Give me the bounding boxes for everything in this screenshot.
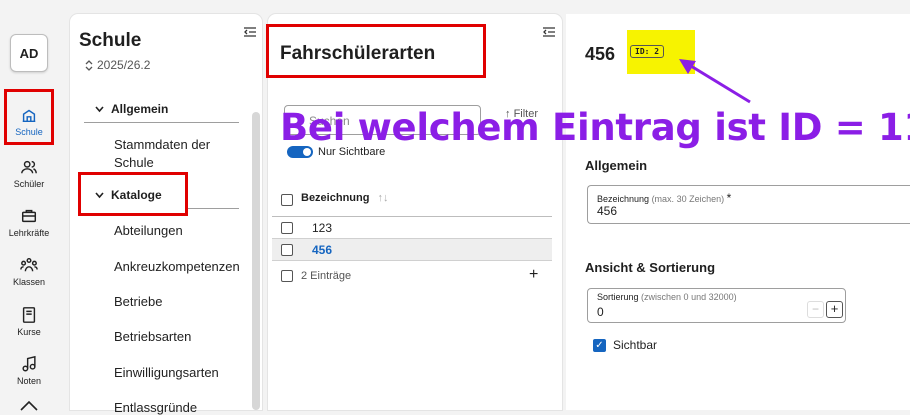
rail-item-schueler[interactable]: Schüler (4, 150, 54, 196)
rail-label: Kurse (17, 326, 41, 337)
navigation-rail: AD Schule Schüler Lehrkräfte Klassen Kur… (0, 0, 60, 411)
rail-item-kurse[interactable]: Kurse (4, 298, 54, 344)
row-label: 456 (312, 242, 333, 257)
increment-button[interactable]: + (826, 301, 843, 318)
rail-item-klassen[interactable]: Klassen (4, 248, 54, 294)
section-allgemein[interactable]: Allgemein (95, 102, 168, 116)
nav-item-abteilungen[interactable]: Abteilungen (114, 223, 183, 238)
nav-item-betriebsarten[interactable]: Betriebsarten (114, 329, 191, 344)
annotation-question: Bei welchem Eintrag ist ID = 11? (280, 106, 910, 149)
label-text: Bezeichnung (597, 194, 650, 204)
school-year: 2025/26.2 (97, 58, 151, 72)
field-label: Sortierung (zwischen 0 und 32000) (597, 292, 737, 302)
nav-item-entlassgruende[interactable]: Entlassgründe (114, 400, 197, 415)
nav-item-betriebe[interactable]: Betriebe (114, 294, 162, 309)
id-badge: ID: 2 (630, 45, 665, 58)
entry-count: 2 Einträge (301, 270, 352, 282)
avatar[interactable]: AD (10, 34, 48, 72)
checkmark-icon[interactable]: ✓ (593, 338, 606, 352)
nav-title: Schule (79, 30, 142, 51)
rail-item-noten[interactable]: Noten (4, 347, 54, 393)
row-label: 123 (312, 220, 333, 235)
select-all-checkbox[interactable] (281, 194, 293, 206)
section-general-heading: Allgemein (585, 158, 648, 173)
nav-item-ankreuzkompetenzen[interactable]: Ankreuzkompetenzen (114, 259, 240, 274)
sichtbar-checkbox[interactable]: ✓ Sichtbar (593, 338, 657, 352)
school-year-selector[interactable]: 2025/26.2 (85, 58, 150, 72)
classes-icon (20, 257, 38, 271)
divider (84, 122, 239, 123)
table-row-selected[interactable]: 456 (272, 238, 552, 261)
nav-scrollbar[interactable] (252, 112, 260, 410)
field-value: 456 (597, 204, 618, 218)
teachers-icon (21, 209, 37, 222)
chevron-down-icon (95, 105, 104, 112)
label-hint: (zwischen 0 und 32000) (641, 292, 737, 302)
rail-label: Noten (16, 375, 42, 386)
label-text: Sortierung (597, 292, 639, 302)
grades-icon (22, 355, 36, 371)
column-header-label: Bezeichnung (301, 192, 370, 204)
table-row[interactable]: 123 (272, 217, 552, 238)
column-header-bezeichnung[interactable]: Bezeichnung ↑↓ (301, 192, 388, 204)
row-checkbox[interactable] (281, 221, 293, 234)
collapse-icon[interactable] (542, 26, 556, 38)
highlight-frame (78, 172, 188, 216)
collapse-icon[interactable] (243, 26, 257, 38)
chevron-up-down-icon (85, 59, 93, 71)
detail-title: 456 (585, 44, 616, 64)
label-hint: (max. 30 Zeichen) (651, 194, 725, 204)
checkbox-label: Sichtbar (613, 338, 658, 352)
row-checkbox[interactable] (281, 243, 293, 256)
list-footer: 2 Einträge (281, 270, 351, 282)
sort-icon[interactable]: ↑↓ (377, 192, 388, 204)
required-mark: * (726, 191, 732, 205)
section-label: Allgemein (111, 102, 169, 116)
nav-item-einwilligungsarten[interactable]: Einwilligungsarten (114, 365, 219, 380)
sortierung-field[interactable]: Sortierung (zwischen 0 und 32000) 0 − + (587, 288, 846, 323)
highlight-frame (266, 24, 486, 78)
field-label: Bezeichnung (max. 30 Zeichen) * (597, 191, 731, 205)
annotation-arrow (679, 59, 751, 104)
footer-checkbox[interactable] (281, 270, 293, 282)
field-value: 0 (597, 305, 604, 319)
nav-item-stammdaten[interactable]: Stammdaten der Schule (114, 136, 234, 172)
rail-label: Klassen (12, 276, 46, 287)
add-button[interactable]: + (529, 266, 538, 284)
home-icon[interactable] (19, 399, 39, 411)
highlight-frame (4, 89, 54, 145)
divider (188, 208, 239, 209)
section-view-heading: Ansicht & Sortierung (585, 260, 716, 275)
rail-item-lehrkraefte[interactable]: Lehrkräfte (4, 199, 54, 245)
courses-icon (22, 306, 36, 323)
students-icon (21, 160, 37, 173)
bezeichnung-field[interactable]: Bezeichnung (max. 30 Zeichen) * 456 (587, 185, 910, 224)
rail-label: Schüler (13, 178, 45, 189)
decrement-button[interactable]: − (807, 301, 824, 318)
rail-label: Lehrkräfte (8, 227, 50, 238)
